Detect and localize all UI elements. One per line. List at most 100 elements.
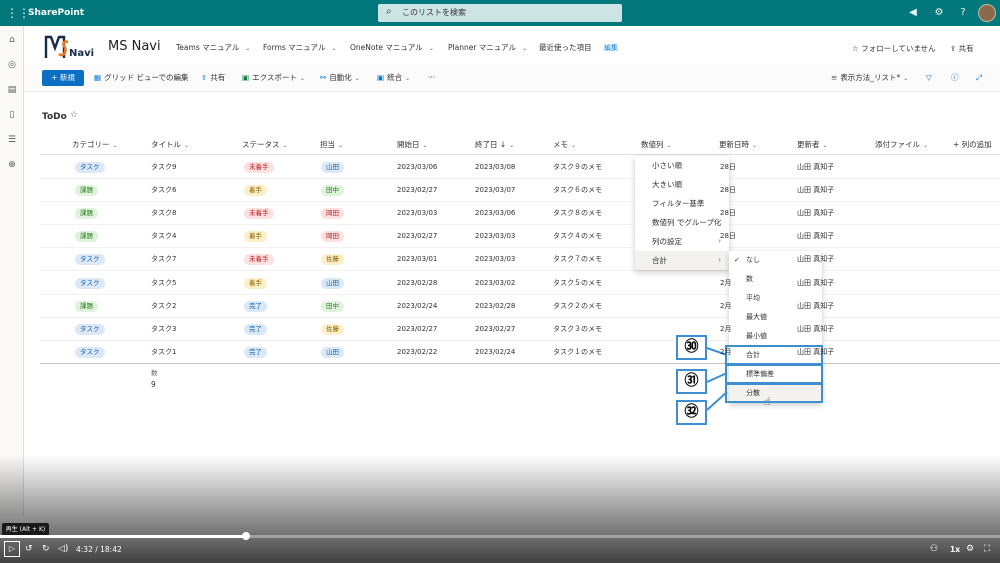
- rewind-icon[interactable]: ↺: [25, 543, 33, 555]
- document-icon[interactable]: ▯: [5, 108, 19, 122]
- col-header-category[interactable]: カテゴリー ⌄: [72, 140, 118, 151]
- col-header-attachments[interactable]: 添付ファイル ⌄: [875, 140, 928, 151]
- add-column-button[interactable]: + 列の追加: [953, 140, 992, 150]
- news-icon[interactable]: ▤: [5, 83, 19, 97]
- playback-speed[interactable]: 1x: [950, 545, 960, 554]
- col-header-number[interactable]: 数値列 ⌄: [641, 140, 672, 151]
- category-pill: 課題: [75, 208, 98, 220]
- follow-button[interactable]: ☆ フォローしていません: [852, 43, 936, 54]
- search-box[interactable]: ⌕ このリストを検索: [378, 4, 622, 22]
- info-icon[interactable]: ⓘ: [951, 73, 959, 83]
- cell-editor: 山田 真知子: [797, 301, 835, 310]
- nav-onenote[interactable]: OneNote マニュアル ⌄: [350, 43, 434, 54]
- megaphone-icon[interactable]: ◀: [906, 6, 920, 20]
- table-row[interactable]: [40, 179, 1000, 203]
- table-row[interactable]: [40, 202, 1000, 226]
- more-button[interactable]: ···: [428, 73, 435, 83]
- create-icon[interactable]: ⊕: [5, 158, 19, 172]
- site-logo[interactable]: Navi: [44, 34, 96, 60]
- table-row[interactable]: [40, 225, 1000, 249]
- col-header-memo[interactable]: メモ ⌄: [553, 140, 576, 151]
- table-end-divider: [40, 363, 1000, 364]
- export-button[interactable]: ▣ エクスポート ⌄: [242, 73, 305, 84]
- menu-totals[interactable]: 合計 ›: [635, 251, 729, 270]
- col-header-start[interactable]: 開始日 ⌄: [397, 140, 428, 151]
- cell-start-date: 2023/02/27: [397, 232, 438, 241]
- menu-sort-descending[interactable]: 大きい順: [635, 175, 729, 194]
- table-row[interactable]: [40, 341, 1000, 364]
- nav-teams[interactable]: Teams マニュアル ⌄: [176, 43, 250, 54]
- captions-icon[interactable]: ⚇: [930, 543, 938, 555]
- cell-title[interactable]: タスク8: [151, 209, 176, 218]
- cell-title[interactable]: タスク7: [151, 255, 176, 264]
- table-row[interactable]: [40, 156, 1000, 179]
- play-button[interactable]: ▷: [4, 541, 20, 557]
- filter-icon[interactable]: ▽: [926, 73, 932, 83]
- status-pill: 未着手: [244, 162, 274, 173]
- col-header-title[interactable]: タイトル ⌄: [151, 140, 189, 151]
- cell-start-date: 2023/02/22: [397, 347, 438, 356]
- cell-title[interactable]: タスク4: [151, 232, 176, 241]
- table-row[interactable]: [40, 295, 1000, 318]
- star-icon: ☆: [852, 44, 862, 53]
- cell-title[interactable]: タスク1: [151, 348, 176, 357]
- video-scrubber-handle[interactable]: [242, 532, 250, 540]
- table-row[interactable]: [40, 248, 1000, 272]
- col-header-modified[interactable]: 更新日時 ⌄: [719, 140, 757, 151]
- home-icon[interactable]: ⌂: [5, 33, 19, 47]
- integrate-button[interactable]: ▣ 統合 ⌄: [377, 73, 410, 84]
- edit-nav-link[interactable]: 編集: [604, 43, 618, 53]
- menu-column-settings[interactable]: 列の設定 ›: [635, 232, 729, 251]
- cell-memo: タスク５のメモ: [553, 278, 602, 287]
- status-pill: 着手: [244, 185, 267, 197]
- col-header-end[interactable]: 終了日 ↓ ⌄: [475, 140, 514, 151]
- col-header-owner[interactable]: 担当 ⌄: [320, 140, 343, 151]
- app-launcher-icon[interactable]: ⋮⋮: [6, 6, 30, 20]
- view-options-button[interactable]: ≡ 表示方法_リスト* ⌄: [831, 73, 908, 84]
- menu-sort-ascending[interactable]: 小さい順: [635, 156, 729, 175]
- volume-icon[interactable]: ◁): [58, 543, 68, 555]
- menu-group-by[interactable]: 数値列 でグループ化: [635, 213, 729, 232]
- forward-icon[interactable]: ↻: [42, 543, 50, 555]
- globe-icon[interactable]: ◎: [5, 58, 19, 72]
- cell-title[interactable]: タスク6: [151, 186, 176, 195]
- cell-title[interactable]: タスク5: [151, 279, 176, 288]
- avatar[interactable]: [978, 4, 996, 22]
- grid-edit-button[interactable]: ▦ グリッド ビューでの編集: [94, 73, 189, 83]
- site-share-button[interactable]: ⇪ 共有: [950, 43, 974, 54]
- video-progress-bar[interactable]: [0, 532, 1000, 540]
- settings-icon[interactable]: ⚙: [966, 543, 974, 555]
- cell-title[interactable]: タスク2: [151, 302, 176, 311]
- cell-title[interactable]: タスク3: [151, 325, 176, 334]
- automate-button[interactable]: ⚯ 自動化 ⌄: [320, 73, 360, 84]
- chevron-down-icon: ⌄: [571, 142, 577, 149]
- col-header-editor[interactable]: 更新者 ⌄: [797, 140, 828, 151]
- table-row[interactable]: [40, 272, 1000, 295]
- cell-title[interactable]: タスク9: [151, 163, 176, 172]
- new-button[interactable]: + 新規: [42, 70, 84, 86]
- share-button[interactable]: ⇪ 共有: [201, 73, 225, 83]
- cell-start-date: 2023/02/27: [397, 186, 438, 195]
- nav-planner[interactable]: Planner マニュアル ⌄: [448, 43, 527, 54]
- sharepoint-brand[interactable]: SharePoint: [28, 6, 84, 20]
- nav-recent[interactable]: 最近使った項目: [539, 43, 592, 53]
- database-icon[interactable]: ☰: [5, 133, 19, 147]
- menu-filter-by[interactable]: フィルター基準: [635, 194, 729, 213]
- table-row[interactable]: [40, 318, 1000, 341]
- fullscreen-icon[interactable]: ⛶: [984, 543, 990, 555]
- col-header-status[interactable]: ステータス ⌄: [242, 140, 288, 151]
- share-label: 共有: [210, 73, 226, 82]
- col-header-label: カテゴリー: [72, 140, 110, 149]
- nav-forms[interactable]: Forms マニュアル ⌄: [263, 43, 337, 54]
- col-header-label: 更新者: [797, 140, 820, 149]
- gear-icon[interactable]: ⚙: [932, 6, 946, 20]
- chevron-down-icon: ⌄: [405, 75, 411, 82]
- favorite-star-icon[interactable]: ☆: [70, 110, 78, 120]
- expand-icon[interactable]: ⤢: [976, 73, 982, 83]
- owner-pill: 山田: [321, 346, 344, 358]
- site-name[interactable]: MS Navi: [108, 39, 161, 55]
- video-overlay: [0, 455, 1000, 563]
- chevron-down-icon: ⌄: [752, 142, 758, 149]
- help-icon[interactable]: ?: [956, 6, 970, 20]
- cell-modified: 28日: [720, 232, 736, 241]
